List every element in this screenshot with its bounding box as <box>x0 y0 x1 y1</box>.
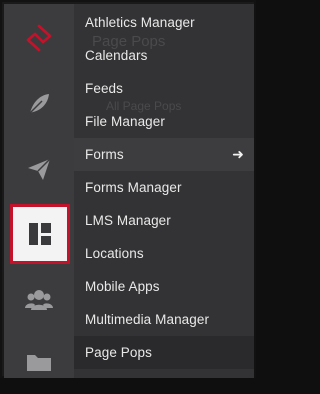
rail-item-send[interactable] <box>4 137 74 201</box>
menu-item-label: Page Pops <box>85 345 152 360</box>
paper-plane-icon <box>28 158 51 180</box>
menu-item-feeds[interactable]: Feeds <box>74 72 254 105</box>
rail-item-users[interactable] <box>4 268 74 332</box>
menu-item-label: Mobile Apps <box>85 279 160 294</box>
rail-item-layout[interactable] <box>10 204 70 264</box>
menu-item-label: Multimedia Manager <box>85 312 210 327</box>
folder-icon <box>27 355 51 371</box>
menu-item-multimedia-manager[interactable]: Multimedia Manager <box>74 303 254 336</box>
sidebar-rail <box>4 4 74 378</box>
menu-item-label: Athletics Manager <box>85 15 195 30</box>
dashboard-layout-icon <box>29 223 51 245</box>
menu-item-label: LMS Manager <box>85 213 171 228</box>
menu-item-lms-manager[interactable]: LMS Manager <box>74 204 254 237</box>
menu-item-label: Locations <box>85 246 144 261</box>
rail-item-feeds[interactable] <box>4 72 74 136</box>
users-group-icon <box>25 290 53 310</box>
menu-item-forms-manager[interactable]: Forms Manager <box>74 171 254 204</box>
menu-item-file-manager[interactable]: File Manager <box>74 105 254 138</box>
menu-item-label: Calendars <box>85 48 148 63</box>
menu-item-forms[interactable]: Forms ➜ <box>74 138 254 171</box>
menu-item-athletics-manager[interactable]: Athletics Manager <box>74 6 254 39</box>
logo-button[interactable] <box>4 6 74 70</box>
menu-item-label: File Manager <box>85 114 165 129</box>
flyout-menu: Page Pops All Page Pops Athletics Manage… <box>74 4 254 378</box>
arrow-right-icon: ➜ <box>232 146 244 162</box>
diamond-logo-icon <box>26 24 52 52</box>
menu-item-label: Forms <box>85 147 124 162</box>
menu-item-page-pops[interactable]: Page Pops <box>74 336 254 369</box>
menu-item-label: Feeds <box>85 81 124 96</box>
menu-item-mobile-apps[interactable]: Mobile Apps <box>74 270 254 303</box>
rail-item-files[interactable] <box>4 330 74 394</box>
feather-icon <box>29 94 49 114</box>
menu-item-calendars[interactable]: Calendars <box>74 39 254 72</box>
menu-item-label: Forms Manager <box>85 180 182 195</box>
menu-item-locations[interactable]: Locations <box>74 237 254 270</box>
app-frame: Page Pops All Page Pops Athletics Manage… <box>0 0 256 378</box>
